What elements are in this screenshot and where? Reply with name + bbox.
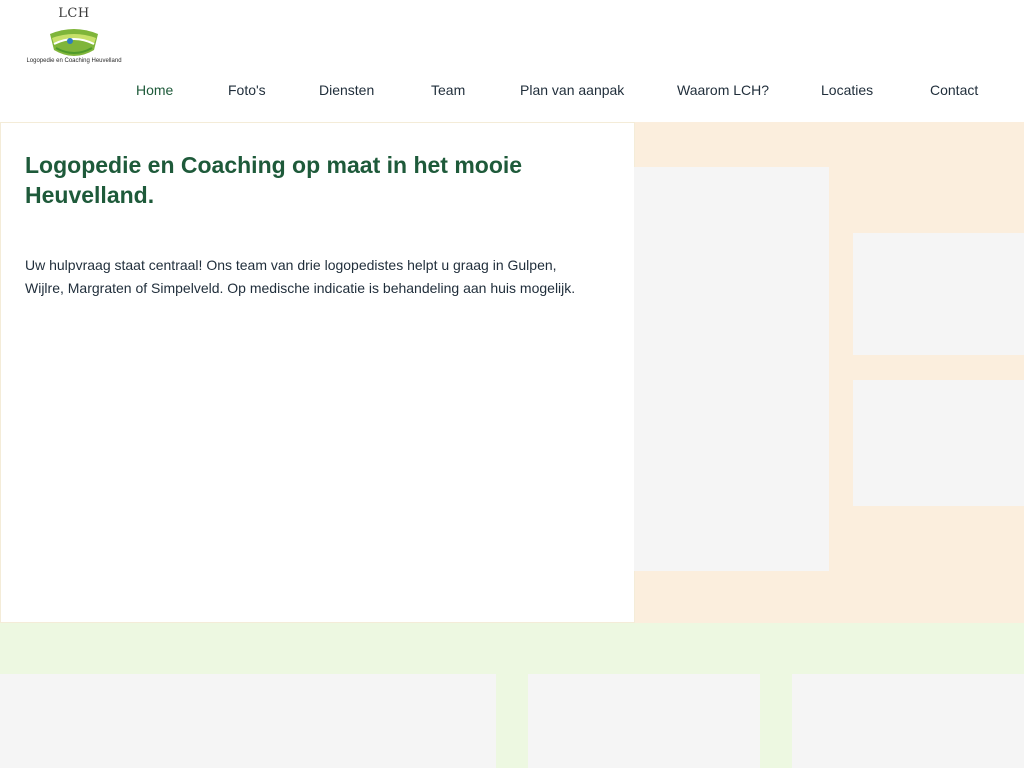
service-card[interactable]: [528, 674, 760, 768]
hero-image-bottom: [853, 380, 1024, 506]
nav-locaties[interactable]: Locaties: [821, 82, 873, 98]
service-card[interactable]: [0, 674, 496, 768]
site-logo[interactable]: LCH Logopedie en Coaching Heuvelland: [24, 6, 124, 68]
nav-fotos[interactable]: Foto's: [228, 82, 266, 98]
hero-image-top: [853, 233, 1024, 355]
nav-waarom-lch[interactable]: Waarom LCH?: [677, 82, 769, 98]
nav-diensten[interactable]: Diensten: [319, 82, 374, 98]
logo-text: LCH: [58, 6, 90, 21]
hero-text: Uw hulpvraag staat centraal! Ons team va…: [25, 257, 576, 296]
nav-plan-van-aanpak[interactable]: Plan van aanpak: [520, 82, 624, 98]
site-header: LCH Logopedie en Coaching Heuvelland Hom…: [0, 0, 1024, 122]
nav-team[interactable]: Team: [431, 82, 465, 98]
service-card[interactable]: [792, 674, 1024, 768]
nav-contact[interactable]: Contact: [930, 82, 978, 98]
nav-home[interactable]: Home: [136, 82, 173, 98]
main-nav: Home Foto's Diensten Team Plan van aanpa…: [0, 82, 1024, 102]
hero-image-tall: [634, 167, 829, 571]
hero-title: Logopedie en Coaching op maat in het moo…: [25, 152, 523, 208]
logo-hills-icon: [50, 29, 98, 56]
logo-tagline: Logopedie en Coaching Heuvelland: [26, 58, 122, 64]
